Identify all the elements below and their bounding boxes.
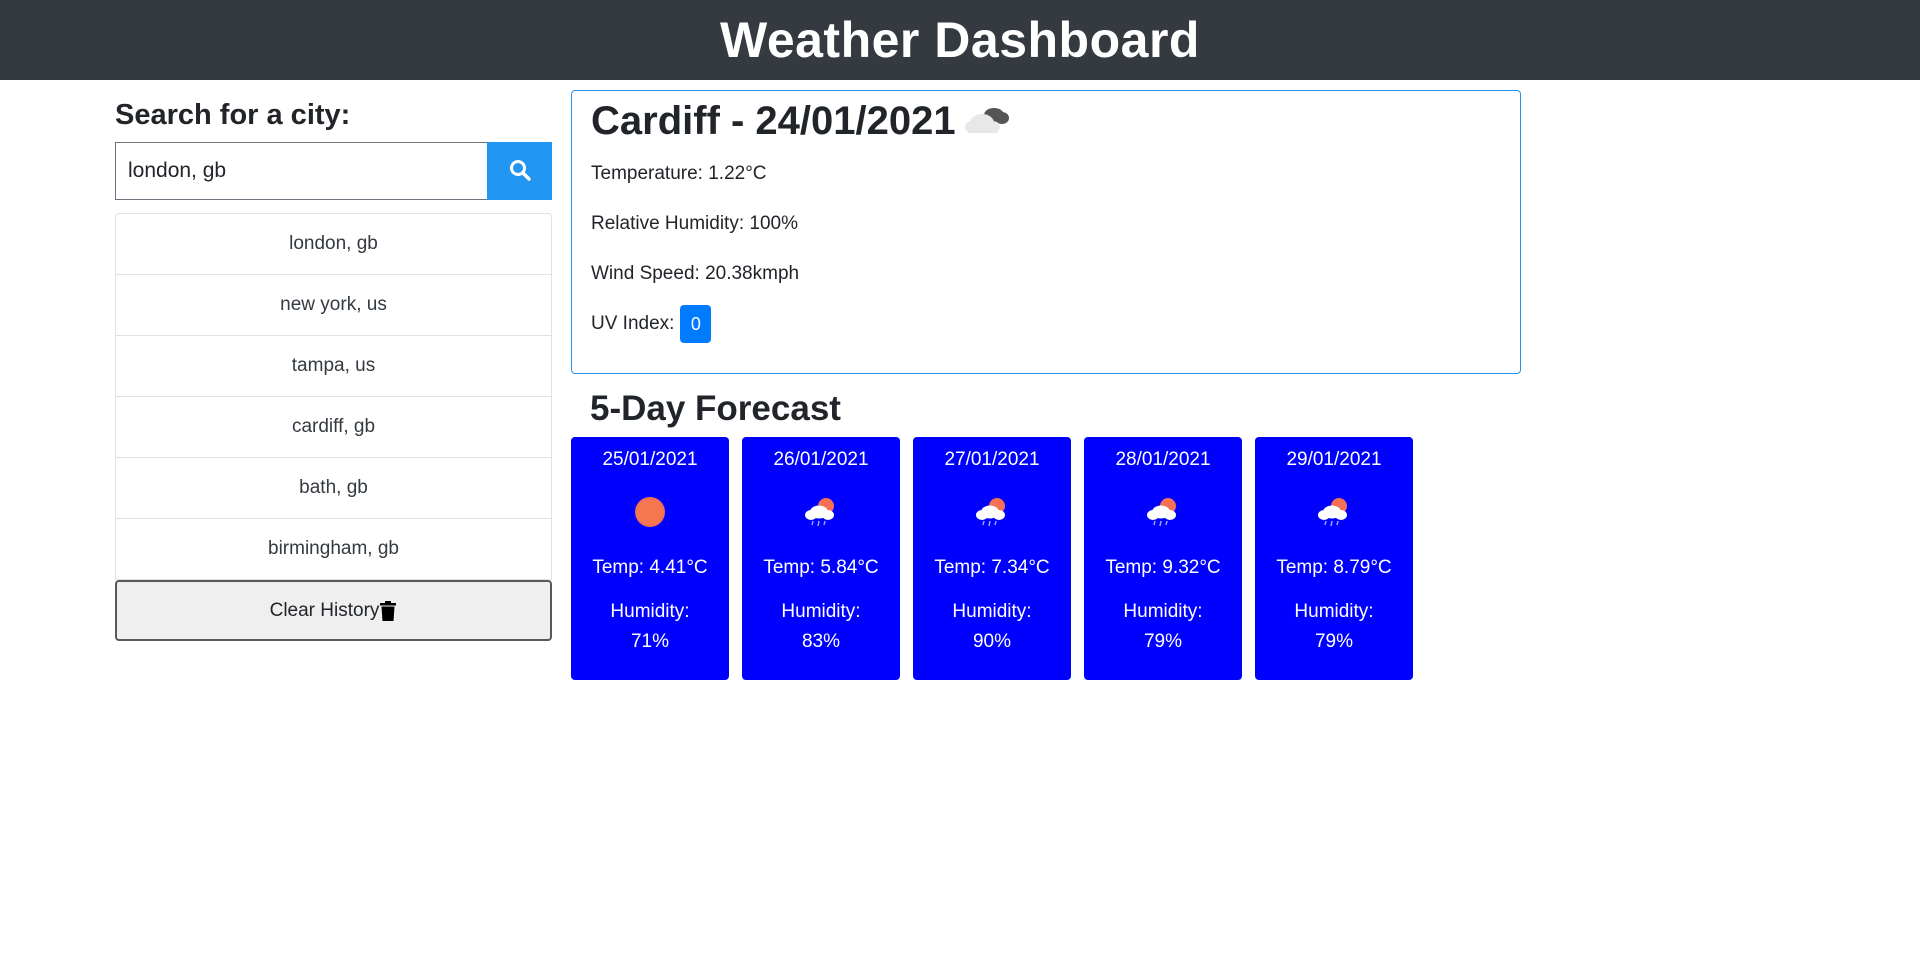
history-item[interactable]: bath, gb — [116, 458, 551, 519]
forecast-cards: 25/01/2021 Temp: 4.41°C Humidity: 71% 26… — [571, 437, 1413, 680]
sun-rain-cloud-icon — [913, 477, 1071, 547]
history-item[interactable]: new york, us — [116, 275, 551, 336]
forecast-humidity-label: Humidity: — [781, 601, 861, 622]
forecast-temp: Temp: 8.79°C — [1276, 557, 1392, 578]
history-item[interactable]: cardiff, gb — [116, 397, 551, 458]
history-item[interactable]: birmingham, gb — [116, 519, 551, 579]
current-humidity: Relative Humidity: 100% — [591, 213, 798, 234]
forecast-humidity-label: Humidity: — [1294, 601, 1374, 622]
search-button[interactable] — [487, 142, 552, 200]
broken-clouds-icon — [964, 101, 1012, 142]
sun-icon — [571, 477, 729, 547]
forecast-temp: Temp: 9.32°C — [1105, 557, 1221, 578]
forecast-card: 25/01/2021 Temp: 4.41°C Humidity: 71% — [571, 437, 729, 680]
forecast-temp: Temp: 4.41°C — [592, 557, 708, 578]
forecast-date: 27/01/2021 — [944, 449, 1040, 470]
history-item[interactable]: tampa, us — [116, 336, 551, 397]
uv-index-label: UV Index: — [591, 313, 675, 334]
current-wind-speed: Wind Speed: 20.38kmph — [591, 263, 800, 284]
forecast-heading: 5-Day Forecast — [590, 389, 841, 428]
forecast-humidity-label: Humidity: — [1123, 601, 1203, 622]
page-title: Weather Dashboard — [720, 12, 1200, 68]
search-history-list: london, gb new york, us tampa, us cardif… — [115, 213, 552, 580]
forecast-card: 26/01/2021 Temp: 5.84°C Humidity: 83% — [742, 437, 900, 680]
forecast-date: 25/01/2021 — [602, 449, 698, 470]
forecast-humidity: 79% — [1314, 631, 1354, 652]
forecast-temp: Temp: 7.34°C — [934, 557, 1050, 578]
forecast-card: 28/01/2021 Temp: 9.32°C Humidity: 79% — [1084, 437, 1242, 680]
forecast-humidity-label: Humidity: — [610, 601, 690, 622]
clear-history-label: Clear History — [269, 599, 380, 621]
sun-rain-cloud-icon — [1084, 477, 1242, 547]
uv-index-badge: 0 — [680, 305, 712, 343]
forecast-humidity: 79% — [1143, 631, 1183, 652]
forecast-date: 29/01/2021 — [1286, 449, 1382, 470]
search-icon — [509, 159, 531, 184]
history-item[interactable]: london, gb — [116, 214, 551, 275]
app-header: Weather Dashboard — [0, 0, 1920, 80]
trash-icon — [379, 600, 397, 622]
sun-rain-cloud-icon — [742, 477, 900, 547]
forecast-card: 29/01/2021 Temp: 8.79°C Humidity: 79% — [1255, 437, 1413, 680]
sun-rain-cloud-icon — [1255, 477, 1413, 547]
search-input[interactable] — [115, 142, 487, 200]
search-form — [115, 142, 552, 200]
sidebar: Search for a city: london, gb new york, … — [115, 92, 552, 641]
search-heading: Search for a city: — [115, 99, 351, 131]
forecast-temp: Temp: 5.84°C — [763, 557, 879, 578]
forecast-date: 26/01/2021 — [773, 449, 869, 470]
current-weather-header: Cardiff - 24/01/2021 — [591, 93, 1501, 149]
forecast-card: 27/01/2021 Temp: 7.34°C Humidity: 90% — [913, 437, 1071, 680]
forecast-humidity: 71% — [630, 631, 670, 652]
current-temperature: Temperature: 1.22°C — [591, 163, 767, 184]
forecast-date: 28/01/2021 — [1115, 449, 1211, 470]
current-weather-card: Cardiff - 24/01/2021 Temperature: 1.22°C… — [571, 90, 1521, 374]
forecast-humidity-label: Humidity: — [952, 601, 1032, 622]
forecast-humidity: 83% — [801, 631, 841, 652]
clear-history-button[interactable]: Clear History — [115, 580, 552, 641]
forecast-humidity: 90% — [972, 631, 1012, 652]
current-city-date: Cardiff - 24/01/2021 — [591, 98, 956, 143]
uv-index-row: UV Index: 0 — [591, 299, 1501, 349]
